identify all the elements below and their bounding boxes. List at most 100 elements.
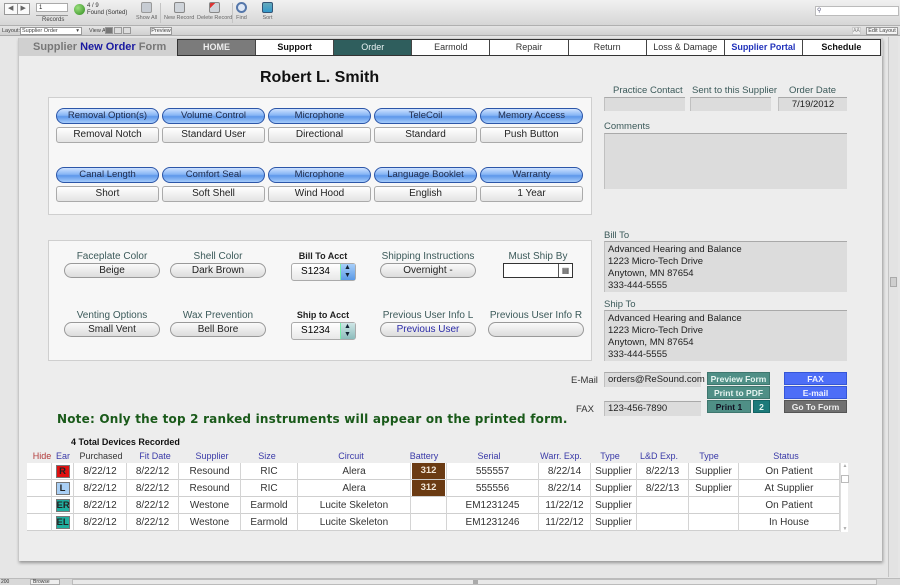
current-record-input[interactable]: 1 <box>36 3 68 12</box>
layout-select[interactable]: Supplier Order ▾ <box>20 27 82 35</box>
tab-earmold[interactable]: Earmold <box>412 40 491 55</box>
option-label[interactable]: Comfort Seal <box>162 167 265 183</box>
practice-contact-field[interactable] <box>604 97 685 111</box>
view-as-toggle[interactable] <box>105 27 131 34</box>
shell-color-select[interactable]: Dark Brown <box>170 263 266 278</box>
faceplate-color-select[interactable]: Beige <box>64 263 160 278</box>
col-ear[interactable]: Ear <box>55 451 71 461</box>
ear-badge[interactable]: EL <box>55 516 70 529</box>
devices-table-scrollbar[interactable]: ▲ ▼ <box>840 463 849 532</box>
option-label[interactable]: Memory Access <box>480 108 583 124</box>
previous-user-l-button[interactable]: Previous User <box>380 322 476 337</box>
table-row[interactable]: L 8/22/12 8/22/12 Resound RIC Alera 312 555556 8… <box>27 480 840 497</box>
option-value[interactable]: Standard User <box>162 127 265 143</box>
hide-cell[interactable] <box>27 514 52 531</box>
shipping-instructions-select[interactable]: Overnight - <box>380 263 476 278</box>
venting-options-select[interactable]: Small Vent <box>64 322 160 337</box>
edit-layout-button[interactable]: Edit Layout <box>866 27 898 35</box>
ship-to-address[interactable]: Advanced Hearing and Balance 1223 Micro-… <box>604 310 847 361</box>
ship-to-acct-select[interactable]: S1234 ▲ ▼ <box>290 322 356 340</box>
option-value[interactable]: Wind Hood <box>268 186 371 202</box>
tab-support[interactable]: Support <box>256 40 335 55</box>
fax-field[interactable]: 123-456-7890 <box>604 401 701 416</box>
show-all-button[interactable]: Show All <box>136 2 157 21</box>
table-view-button[interactable] <box>123 27 131 34</box>
email-button[interactable]: E-mail <box>784 386 847 399</box>
tab-loss-damage[interactable]: Loss & Damage <box>647 40 725 55</box>
bill-to-acct-select[interactable]: S1234 ▲ ▼ <box>290 263 356 281</box>
col-serial[interactable]: Serial <box>441 451 537 461</box>
tab-schedule[interactable]: Schedule <box>803 40 880 55</box>
option-value[interactable]: Standard <box>374 127 477 143</box>
option-value[interactable]: Push Button <box>480 127 583 143</box>
must-ship-by-input[interactable]: ▦ <box>503 263 573 278</box>
preview-form-button[interactable]: Preview Form <box>707 372 770 385</box>
window-horizontal-scrollbar[interactable] <box>72 579 877 585</box>
sort-button[interactable]: Sort <box>262 2 273 21</box>
delete-record-button[interactable]: Delete Record <box>197 2 232 21</box>
col-hide[interactable]: Hide <box>32 451 52 461</box>
new-record-button[interactable]: New Record <box>164 2 194 21</box>
col-ld-exp[interactable]: L&D Exp. <box>633 451 685 461</box>
format-bar-button[interactable]: AÄ <box>852 27 861 35</box>
tab-repair[interactable]: Repair <box>490 40 569 55</box>
form-view-button[interactable] <box>105 27 113 34</box>
ear-badge[interactable]: ER <box>55 499 70 512</box>
scroll-up-icon[interactable]: ▲ <box>841 463 849 469</box>
option-label[interactable]: Microphone <box>268 108 371 124</box>
window-scroll-thumb[interactable] <box>890 277 897 287</box>
previous-record-icon[interactable]: ◀ <box>5 4 18 14</box>
sent-supplier-field[interactable] <box>690 97 771 111</box>
tab-order[interactable]: Order <box>334 40 413 55</box>
col-warr-exp[interactable]: Warr. Exp. <box>534 451 588 461</box>
zoom-level[interactable]: 200 <box>1 579 9 585</box>
window-vertical-scrollbar[interactable] <box>888 37 898 577</box>
option-value[interactable]: Short <box>56 186 159 202</box>
comments-field[interactable] <box>604 133 847 189</box>
col-supplier[interactable]: Supplier <box>177 451 247 461</box>
option-label[interactable]: Microphone <box>268 167 371 183</box>
print-1-button[interactable]: Print 1 <box>707 400 751 413</box>
option-label[interactable]: TeleCoil <box>374 108 477 124</box>
bill-to-address[interactable]: Advanced Hearing and Balance 1223 Micro-… <box>604 241 847 292</box>
calendar-icon[interactable]: ▦ <box>558 264 572 277</box>
col-battery[interactable]: Battery <box>407 451 441 461</box>
scroll-down-icon[interactable]: ▼ <box>841 526 849 532</box>
option-value[interactable]: Directional <box>268 127 371 143</box>
print-to-pdf-button[interactable]: Print to PDF <box>707 386 770 399</box>
fax-button[interactable]: FAX <box>784 372 847 385</box>
order-date-field[interactable]: 7/19/2012 <box>778 97 847 111</box>
list-view-button[interactable] <box>114 27 122 34</box>
scroll-thumb[interactable] <box>841 475 849 483</box>
option-label[interactable]: Language Booklet <box>374 167 477 183</box>
print-2-button[interactable]: 2 <box>753 400 770 413</box>
col-size[interactable]: Size <box>239 451 295 461</box>
next-record-icon[interactable]: ▶ <box>18 4 30 14</box>
email-field[interactable]: orders@ReSound.com <box>604 372 705 387</box>
tab-supplier-portal[interactable]: Supplier Portal <box>725 40 803 55</box>
wax-prevention-select[interactable]: Bell Bore <box>170 322 266 337</box>
col-type[interactable]: Type <box>587 451 633 461</box>
table-row[interactable]: EL 8/22/12 8/22/12 Westone Earmold Lucite Ske… <box>27 514 840 531</box>
hide-cell[interactable] <box>27 480 52 497</box>
col-type-2[interactable]: Type <box>685 451 733 461</box>
option-label[interactable]: Volume Control <box>162 108 265 124</box>
ear-badge[interactable]: R <box>55 465 70 478</box>
option-value[interactable]: Removal Notch <box>56 127 159 143</box>
option-value[interactable]: Soft Shell <box>162 186 265 202</box>
col-circuit[interactable]: Circuit <box>295 451 407 461</box>
previous-user-r-button[interactable] <box>488 322 584 337</box>
table-row[interactable]: ER 8/22/12 8/22/12 Westone Earmold Lucite Ske… <box>27 497 840 514</box>
table-row[interactable]: R 8/22/12 8/22/12 Resound RIC Alera 312 555557 8… <box>27 463 840 480</box>
col-fit-date[interactable]: Fit Date <box>129 451 181 461</box>
quick-find-input[interactable]: ⚲ <box>815 6 899 16</box>
preview-button[interactable]: Preview <box>150 27 172 35</box>
col-status[interactable]: Status <box>733 451 839 461</box>
hide-cell[interactable] <box>27 497 52 514</box>
option-value[interactable]: English <box>374 186 477 202</box>
col-purchased[interactable]: Purchased <box>75 451 127 461</box>
option-label[interactable]: Warranty <box>480 167 583 183</box>
option-label[interactable]: Canal Length <box>56 167 159 183</box>
tab-home[interactable]: HOME <box>178 40 257 55</box>
horizontal-scroll-thumb[interactable] <box>473 580 478 584</box>
